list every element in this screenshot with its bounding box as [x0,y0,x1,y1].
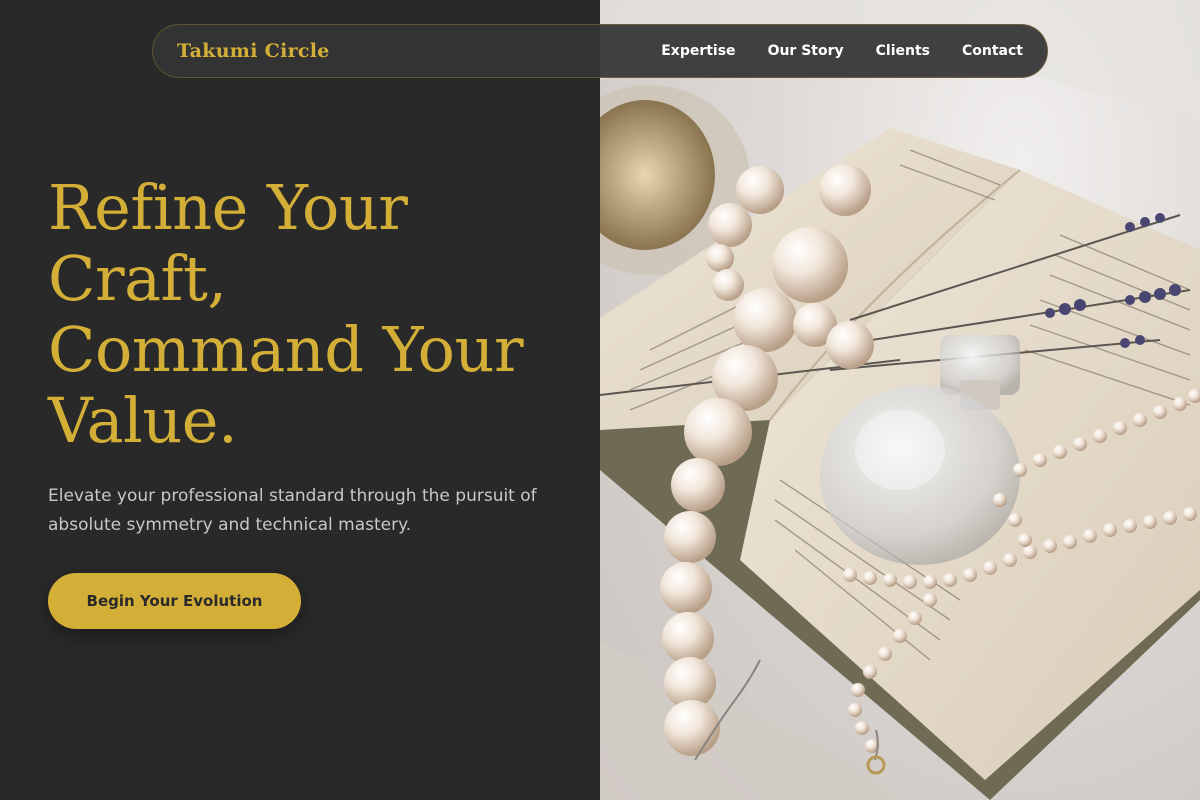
nav-links: Expertise Our Story Clients Contact [661,43,1023,59]
begin-evolution-button[interactable]: Begin Your Evolution [48,573,301,629]
hero-subtext: Elevate your professional standard throu… [48,486,537,535]
nav-link-expertise[interactable]: Expertise [661,43,735,59]
hero-headline-line-3: Command Your [48,313,524,386]
hero-headline-line-4: Value. [48,384,238,457]
nav-link-clients[interactable]: Clients [876,43,930,59]
hero-image-illustration [600,0,1200,800]
hero-headline-line-2: Craft, [48,242,227,315]
nav-link-our-story[interactable]: Our Story [768,43,844,59]
nav-link-contact[interactable]: Contact [962,43,1023,59]
hero-headline: Refine Your Craft, Command Your Value. [48,172,593,456]
brand-logo-text[interactable]: Takumi Circle [177,40,330,62]
hero-headline-line-1: Refine Your [48,171,408,244]
top-navigation-bar: Takumi Circle Expertise Our Story Client… [152,24,1048,78]
hero-image [600,0,1200,800]
